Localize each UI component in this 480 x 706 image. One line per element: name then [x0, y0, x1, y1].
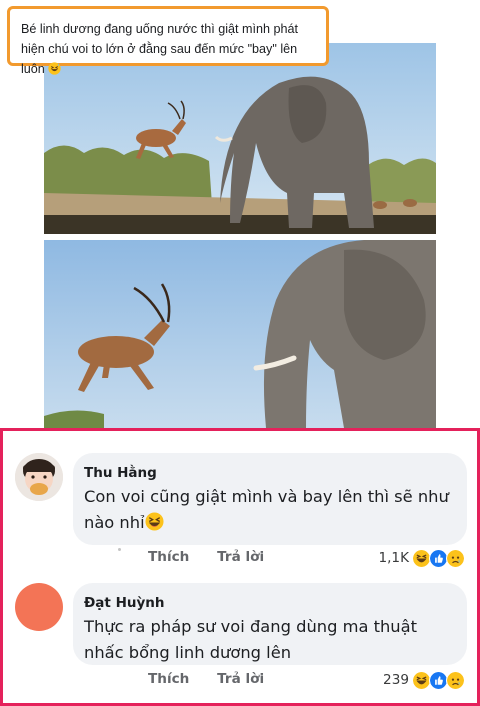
photo-wide-image [44, 43, 436, 234]
laughing-squint-icon [145, 512, 164, 531]
like-button[interactable]: Thích [148, 671, 189, 687]
post-photo-closeup[interactable] [44, 240, 436, 428]
comment-author[interactable]: Thu Hằng [84, 464, 467, 482]
comments-section: Thu Hằng Con voi cũng giật mình và bay l… [0, 428, 480, 706]
comment-text: Thực ra pháp sư voi đang dùng ma thuật n… [84, 617, 417, 662]
reaction-count: 1,1K [378, 550, 409, 566]
sad-icon [446, 670, 465, 690]
grinning-sweat-icon [48, 62, 61, 75]
sad-icon [446, 548, 465, 568]
comment-actions: Thích Trả lời [148, 549, 287, 565]
reaction-summary[interactable]: 1,1K [378, 547, 465, 569]
avatar[interactable] [15, 453, 63, 501]
photo-closeup-image [44, 240, 436, 428]
comment-bubble[interactable]: Thu Hằng Con voi cũng giật mình và bay l… [73, 453, 467, 545]
avatar-baby-image [15, 453, 63, 501]
reaction-summary[interactable]: 239 [383, 669, 465, 691]
comment-author[interactable]: Đạt Huỳnh [84, 594, 467, 612]
avatar[interactable] [15, 583, 63, 631]
comment-bubble[interactable]: Đạt Huỳnh Thực ra pháp sư voi đang dùng … [73, 583, 467, 665]
post: Bé linh dương đang uống nước thì giật mì… [0, 0, 480, 428]
comment-text: Con voi cũng giật mình và bay lên thì sẽ… [84, 484, 467, 536]
comment-actions: Thích Trả lời [148, 671, 287, 687]
post-caption: Bé linh dương đang uống nước thì giật mì… [7, 6, 329, 76]
comment-text-body: Con voi cũng giật mình và bay lên thì sẽ… [84, 487, 449, 532]
reply-button[interactable]: Trả lời [217, 671, 264, 687]
like-button[interactable]: Thích [148, 549, 189, 565]
reaction-count: 239 [383, 672, 409, 688]
post-photo-wide[interactable] [44, 43, 436, 234]
separator-dot [118, 548, 121, 551]
reply-button[interactable]: Trả lời [217, 549, 264, 565]
